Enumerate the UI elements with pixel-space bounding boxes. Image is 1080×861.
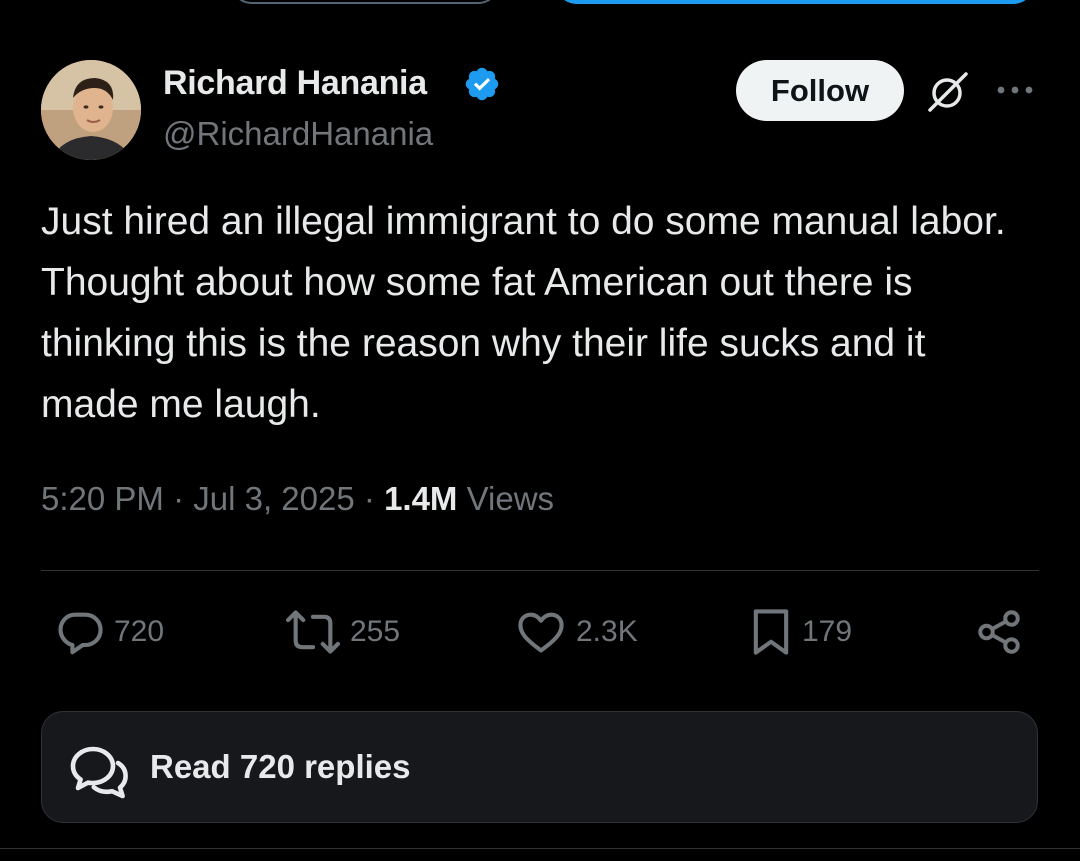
reply-button[interactable]: 720 (54, 605, 164, 659)
meta-separator: · (173, 480, 185, 517)
read-replies-label: Read 720 replies (150, 748, 411, 785)
tweet-meta: 5:20 PM · Jul 3, 2025 · 1.4M Views (41, 480, 554, 518)
replies-bubble-icon (70, 746, 128, 799)
avatar-photo (41, 60, 141, 160)
bottom-divider (0, 848, 1080, 849)
repost-button[interactable]: 255 (284, 605, 400, 659)
tweet-date[interactable]: Jul 3, 2025 (193, 480, 354, 517)
divider (41, 570, 1039, 571)
reply-count: 720 (114, 615, 165, 648)
heart-icon (518, 612, 564, 653)
share-button[interactable] (974, 605, 1024, 659)
grok-icon[interactable] (924, 70, 972, 114)
author-handle[interactable]: @RichardHanania (163, 115, 433, 153)
more-dots-icon[interactable] (995, 80, 1037, 100)
bookmark-count: 179 (802, 615, 853, 648)
follow-button[interactable]: Follow (736, 60, 904, 121)
top-outline-button[interactable] (230, 0, 500, 4)
repost-icon (286, 610, 340, 654)
like-count: 2.3K (576, 615, 638, 648)
bookmark-button[interactable]: 179 (748, 605, 852, 659)
views-label: Views (466, 480, 555, 517)
bookmark-icon (753, 609, 789, 655)
like-button[interactable]: 2.3K (514, 605, 638, 659)
verified-badge-icon (465, 67, 499, 101)
tweet-text: Just hired an illegal immigrant to do so… (41, 200, 1006, 426)
top-primary-button[interactable] (555, 0, 1035, 4)
read-replies-button[interactable]: Read 720 replies (41, 711, 1038, 823)
tweet-time[interactable]: 5:20 PM (41, 480, 164, 517)
reply-icon (58, 612, 103, 655)
avatar[interactable] (41, 60, 141, 160)
views-count[interactable]: 1.4M (384, 480, 457, 517)
repost-count: 255 (350, 615, 401, 648)
meta-separator: · (363, 480, 375, 517)
author-name[interactable]: Richard Hanania (163, 64, 427, 103)
share-icon (978, 610, 1020, 654)
